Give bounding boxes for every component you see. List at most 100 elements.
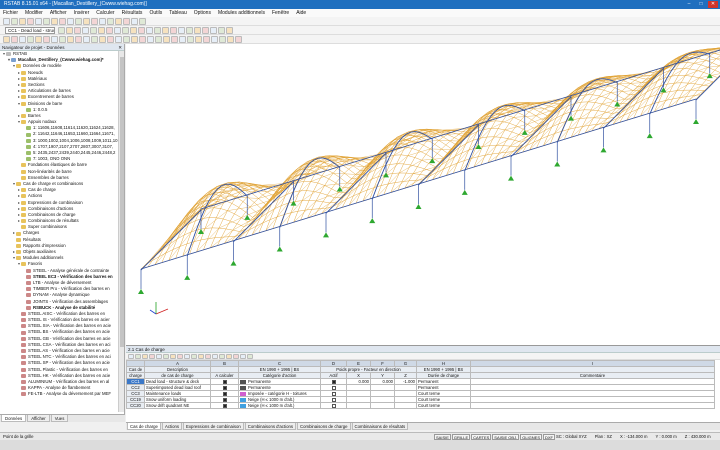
active-checkbox[interactable]: [331, 385, 336, 390]
edit-tool-icon[interactable]: [27, 35, 34, 43]
roof-beam[interactable]: [686, 95, 694, 97]
roof-beam[interactable]: [582, 125, 590, 127]
roof-beam[interactable]: [510, 145, 518, 148]
roof-beam[interactable]: [191, 200, 199, 209]
close-button[interactable]: ✕: [708, 1, 718, 8]
table-row[interactable]: CC20 Snow drift quadrant NE Neige (H ≤ 100…: [126, 402, 715, 409]
roof-beam[interactable]: [333, 172, 341, 178]
table-tool-icon[interactable]: [247, 353, 253, 359]
view-tool-icon[interactable]: [210, 26, 217, 34]
tree-item[interactable]: FE-LTB - Analyse du déversement par MEF: [0, 391, 118, 397]
view-tool-icon[interactable]: [90, 26, 97, 34]
redo-icon[interactable]: [43, 17, 50, 25]
roof-beam[interactable]: [658, 92, 664, 103]
table-tool-icon[interactable]: [205, 353, 211, 359]
roof-beam[interactable]: [209, 207, 214, 218]
roof-beam[interactable]: [234, 207, 239, 214]
roof-beam[interactable]: [600, 111, 605, 119]
roof-beam[interactable]: [610, 87, 616, 93]
roof-beam[interactable]: [249, 206, 258, 214]
support-icon[interactable]: [415, 204, 422, 209]
roof-beam[interactable]: [227, 210, 235, 215]
roof-beam[interactable]: [716, 58, 720, 62]
factor-y-cell[interactable]: [370, 402, 395, 409]
roof-beam[interactable]: [196, 239, 201, 253]
roof-beam[interactable]: [509, 122, 517, 127]
roof-beam[interactable]: [322, 201, 330, 204]
roof-beam[interactable]: [505, 146, 511, 153]
edge-member[interactable]: [693, 55, 701, 59]
roof-beam[interactable]: [218, 227, 226, 230]
roof-beam[interactable]: [337, 168, 345, 174]
roof-diagonal[interactable]: [668, 89, 691, 108]
roof-beam[interactable]: [603, 85, 609, 91]
roof-beam[interactable]: [262, 194, 270, 201]
roof-beam[interactable]: [262, 191, 268, 196]
view-tool-icon[interactable]: [186, 26, 193, 34]
roof-beam[interactable]: [316, 200, 324, 203]
roof-beam[interactable]: [396, 154, 402, 164]
roof-beam[interactable]: [334, 196, 342, 198]
roof-beam[interactable]: [414, 157, 422, 161]
roof-beam[interactable]: [407, 155, 415, 158]
roof-beam[interactable]: [529, 104, 535, 108]
roof-beam[interactable]: [701, 79, 707, 86]
active-checkbox[interactable]: [331, 397, 336, 402]
roof-beam[interactable]: [503, 145, 511, 147]
roof-beam[interactable]: [218, 218, 224, 229]
minimize-button[interactable]: –: [684, 1, 694, 8]
table-tool-icon[interactable]: [128, 353, 134, 359]
roof-beam[interactable]: [389, 155, 395, 165]
roof-beam[interactable]: [251, 192, 259, 199]
roof-beam[interactable]: [696, 64, 702, 71]
roof-beam[interactable]: [619, 80, 624, 85]
roof-beam[interactable]: [445, 140, 451, 146]
table-tool-icon[interactable]: [156, 353, 162, 359]
roof-beam[interactable]: [709, 56, 717, 59]
view-tool-icon[interactable]: [194, 26, 201, 34]
roof-beam[interactable]: [414, 150, 420, 158]
support-icon[interactable]: [614, 101, 621, 107]
active-checkbox[interactable]: [331, 379, 336, 384]
roof-beam[interactable]: [685, 68, 690, 76]
roof-beam[interactable]: [234, 213, 242, 218]
arch-member[interactable]: [426, 171, 432, 177]
loadcase-combo[interactable]: CC1 - Dead load - structur: [5, 26, 55, 34]
factor-z-cell[interactable]: [394, 402, 417, 409]
roof-beam[interactable]: [577, 109, 585, 111]
roof-beam[interactable]: [311, 200, 317, 210]
view-tool-icon[interactable]: [106, 26, 113, 34]
active-checkbox[interactable]: [331, 403, 336, 408]
roof-beam[interactable]: [596, 88, 604, 91]
roof-beam[interactable]: [535, 115, 544, 121]
edit-tool-icon[interactable]: [211, 35, 218, 43]
roof-beam[interactable]: [317, 182, 325, 186]
roof-beam[interactable]: [313, 182, 318, 192]
roof-beam[interactable]: [628, 90, 634, 95]
roof-beam[interactable]: [680, 75, 686, 83]
roof-beam[interactable]: [608, 100, 614, 107]
table-tool-icon[interactable]: [163, 353, 169, 359]
table-tool-icon[interactable]: [226, 353, 232, 359]
edit-tool-icon[interactable]: [115, 35, 122, 43]
roof-beam[interactable]: [406, 172, 414, 174]
roof-beam[interactable]: [714, 69, 720, 73]
roof-beam[interactable]: [504, 109, 509, 112]
roof-beam[interactable]: [710, 70, 715, 76]
edit-tool-icon[interactable]: [195, 35, 202, 43]
roof-beam[interactable]: [304, 200, 310, 211]
support-icon[interactable]: [369, 218, 376, 224]
menu-item[interactable]: Outils: [149, 9, 162, 17]
roof-beam[interactable]: [694, 83, 702, 86]
roof-beam[interactable]: [692, 76, 700, 79]
edit-tool-icon[interactable]: [43, 35, 50, 43]
roof-beam[interactable]: [513, 117, 521, 121]
roof-beam[interactable]: [582, 117, 587, 127]
table-tool-icon[interactable]: [177, 353, 183, 359]
edit-tool-icon[interactable]: [91, 35, 98, 43]
roof-beam[interactable]: [518, 134, 526, 138]
maximize-button[interactable]: □: [696, 1, 706, 8]
roof-beam[interactable]: [602, 103, 610, 107]
roof-diagonal[interactable]: [584, 118, 608, 134]
roof-beam[interactable]: [254, 198, 259, 203]
